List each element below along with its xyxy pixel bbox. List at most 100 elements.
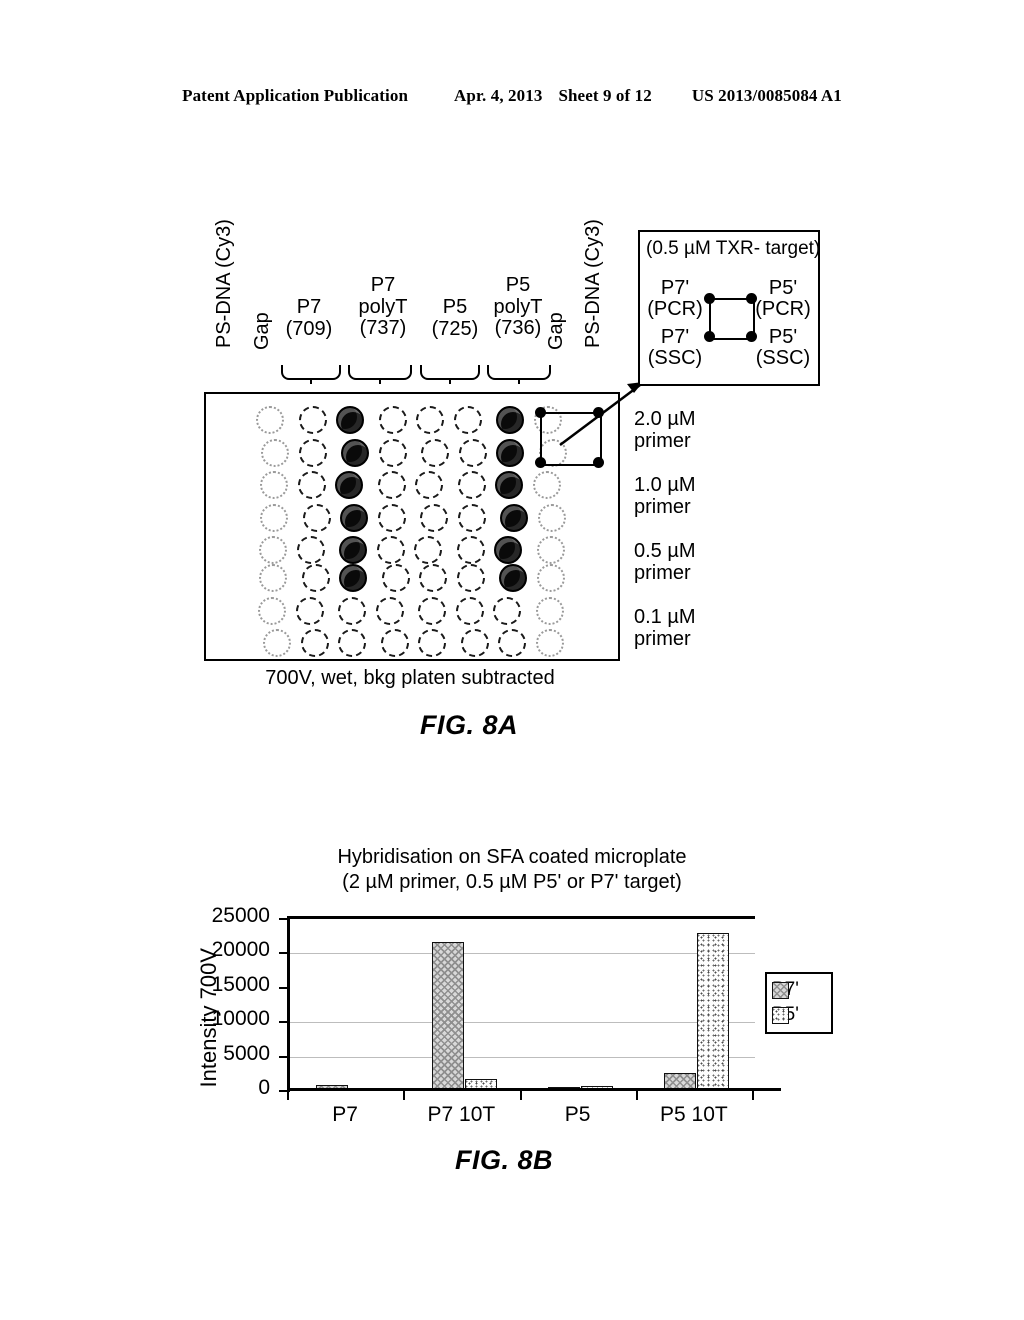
y-tick-label: 25000	[211, 904, 270, 927]
well-spot-empty	[458, 438, 487, 467]
row-label-0-5-um-conc: 0.5 µM	[634, 540, 696, 562]
well-spot-empty	[456, 536, 485, 565]
y-tick	[279, 918, 290, 920]
well-spot-empty	[536, 536, 565, 565]
callout-square	[540, 412, 602, 466]
y-tick-label: 15000	[211, 972, 270, 996]
inset-label-p7-ssc-l1: P7'	[660, 326, 690, 348]
y-tick	[279, 1021, 290, 1024]
well-spot-empty	[456, 564, 485, 592]
well-spot-filled	[339, 536, 367, 565]
well-spot-empty	[375, 596, 404, 625]
well-spot-empty	[297, 471, 326, 500]
sheet-label: Sheet 9 of 12	[558, 86, 652, 105]
inset-label-p5-ssc-l1: P5'	[768, 326, 798, 348]
chart-x-axis	[287, 1088, 781, 1091]
inset-label-p5-pcr-l2: (PCR)	[755, 298, 811, 320]
well-spot-empty	[415, 471, 443, 500]
well-spot-empty	[260, 471, 288, 500]
legend-swatch-p7-icon	[772, 982, 789, 999]
x-tick-label: P5 10T	[660, 1103, 728, 1126]
brace-p5-polyt-736	[487, 365, 551, 384]
well-spot-empty	[536, 564, 565, 592]
column-header-p7-polyt-737-line3: (737)	[359, 317, 407, 340]
inset-dot-br	[746, 331, 757, 342]
well-spot-empty	[376, 536, 405, 565]
well-spot-filled	[499, 564, 527, 592]
y-tick	[279, 986, 290, 989]
column-header-p5-polyt-736-line3: (736)	[494, 317, 542, 340]
well-spot-empty	[493, 596, 521, 625]
row-label-0-1-um-conc: 0.1 µM	[634, 606, 696, 628]
x-tick	[519, 1088, 522, 1100]
publication-label: Patent Application Publication	[182, 86, 409, 105]
y-tick	[279, 1055, 290, 1058]
inset-label-p5-pcr-l1: P5'	[768, 277, 798, 299]
row-label-2-0-um-conc: 2.0 µM	[634, 408, 696, 430]
publication-date: Apr. 4, 2013	[454, 86, 543, 105]
well-spot-filled	[496, 438, 524, 467]
well-spot-empty	[532, 471, 561, 500]
well-spot-filled	[340, 503, 368, 532]
chart-title-line1: Hybridisation on SFA coated microplate	[337, 846, 687, 868]
well-spot-empty	[421, 438, 449, 467]
well-spot-empty	[260, 503, 288, 532]
legend-swatch-p5-icon	[772, 1007, 789, 1024]
inset-dot-bl	[704, 331, 715, 342]
well-spot-empty	[453, 406, 482, 434]
column-header-p5-725: P5 (725)	[424, 296, 486, 340]
chart-legend: P7' P5'	[765, 972, 833, 1034]
column-header-ps-dna-right: PS-DNA (Cy3)	[582, 219, 604, 348]
y-tick-label: 10000	[211, 1007, 270, 1031]
well-spot-empty	[416, 406, 444, 434]
bar-P7-P7-10T	[431, 941, 464, 1091]
well-spot-empty	[418, 629, 446, 658]
well-spot-filled	[339, 564, 367, 592]
callout-dot-tr	[593, 407, 604, 418]
gridline	[290, 1022, 755, 1024]
chart-title-line2: (2 µM primer, 0.5 µM P5' or P7' target)	[342, 871, 682, 893]
patent-number: US 2013/0085084 A1	[691, 86, 842, 105]
well-spot-empty	[420, 503, 448, 532]
page-header: Patent Application Publication Apr. 4, 2…	[0, 86, 1024, 106]
figure-8b-label: FIG. 8B	[455, 1145, 554, 1175]
gridline	[290, 1056, 755, 1058]
inset-label-p7-pcr-l2: (PCR)	[647, 298, 703, 320]
well-spot-empty	[460, 629, 489, 658]
inset-label-p7-pcr-l1: P7'	[660, 277, 690, 299]
column-header-p7-polyt-737-line1: P7	[370, 274, 396, 296]
x-tick	[287, 1088, 289, 1100]
column-header-p5-polyt-736-line2: polyT	[493, 295, 543, 318]
well-spot-empty	[259, 564, 287, 592]
column-header-p7-709: P7 (709)	[278, 296, 340, 340]
y-tick-label: 0	[258, 1076, 270, 1099]
row-label-0-5-um-unit: primer	[634, 561, 691, 584]
column-header-p5-725-line3: (725)	[431, 317, 479, 340]
callout-dot-tl	[535, 407, 546, 418]
well-spot-empty	[418, 596, 446, 625]
inset-label-p7-ssc-l2: (SSC)	[647, 347, 703, 369]
well-spot-empty	[256, 406, 284, 434]
well-spot-empty	[259, 536, 287, 565]
gridline	[290, 953, 755, 955]
well-spot-filled	[494, 536, 522, 565]
well-spot-empty	[338, 629, 366, 658]
column-header-gap-left: Gap	[251, 312, 273, 350]
column-header-p7-polyt-737-line2: polyT	[358, 295, 408, 318]
well-spot-empty	[457, 471, 486, 500]
row-label-0-1-um: 0.1 µM primer	[634, 606, 696, 650]
row-label-1-0-um: 1.0 µM primer	[634, 474, 696, 518]
well-spot-empty	[261, 438, 289, 467]
microarray-image	[204, 392, 620, 661]
column-header-ps-dna-left: PS-DNA (Cy3)	[213, 219, 235, 348]
well-spot-empty	[535, 596, 564, 625]
inset-label-p5-ssc-l2: (SSC)	[755, 347, 811, 369]
well-spot-empty	[263, 629, 291, 658]
row-label-0-1-um-unit: primer	[634, 627, 691, 650]
y-tick-label: 5000	[223, 1041, 270, 1065]
y-tick-label: 20000	[211, 938, 270, 962]
figure-8b: Hybridisation on SFA coated microplate (…	[0, 845, 1024, 1205]
inset-title: (0.5 µM TXR- target)	[646, 238, 821, 259]
figure-8a-label: FIG. 8A	[420, 710, 519, 740]
well-spot-empty	[380, 629, 409, 658]
